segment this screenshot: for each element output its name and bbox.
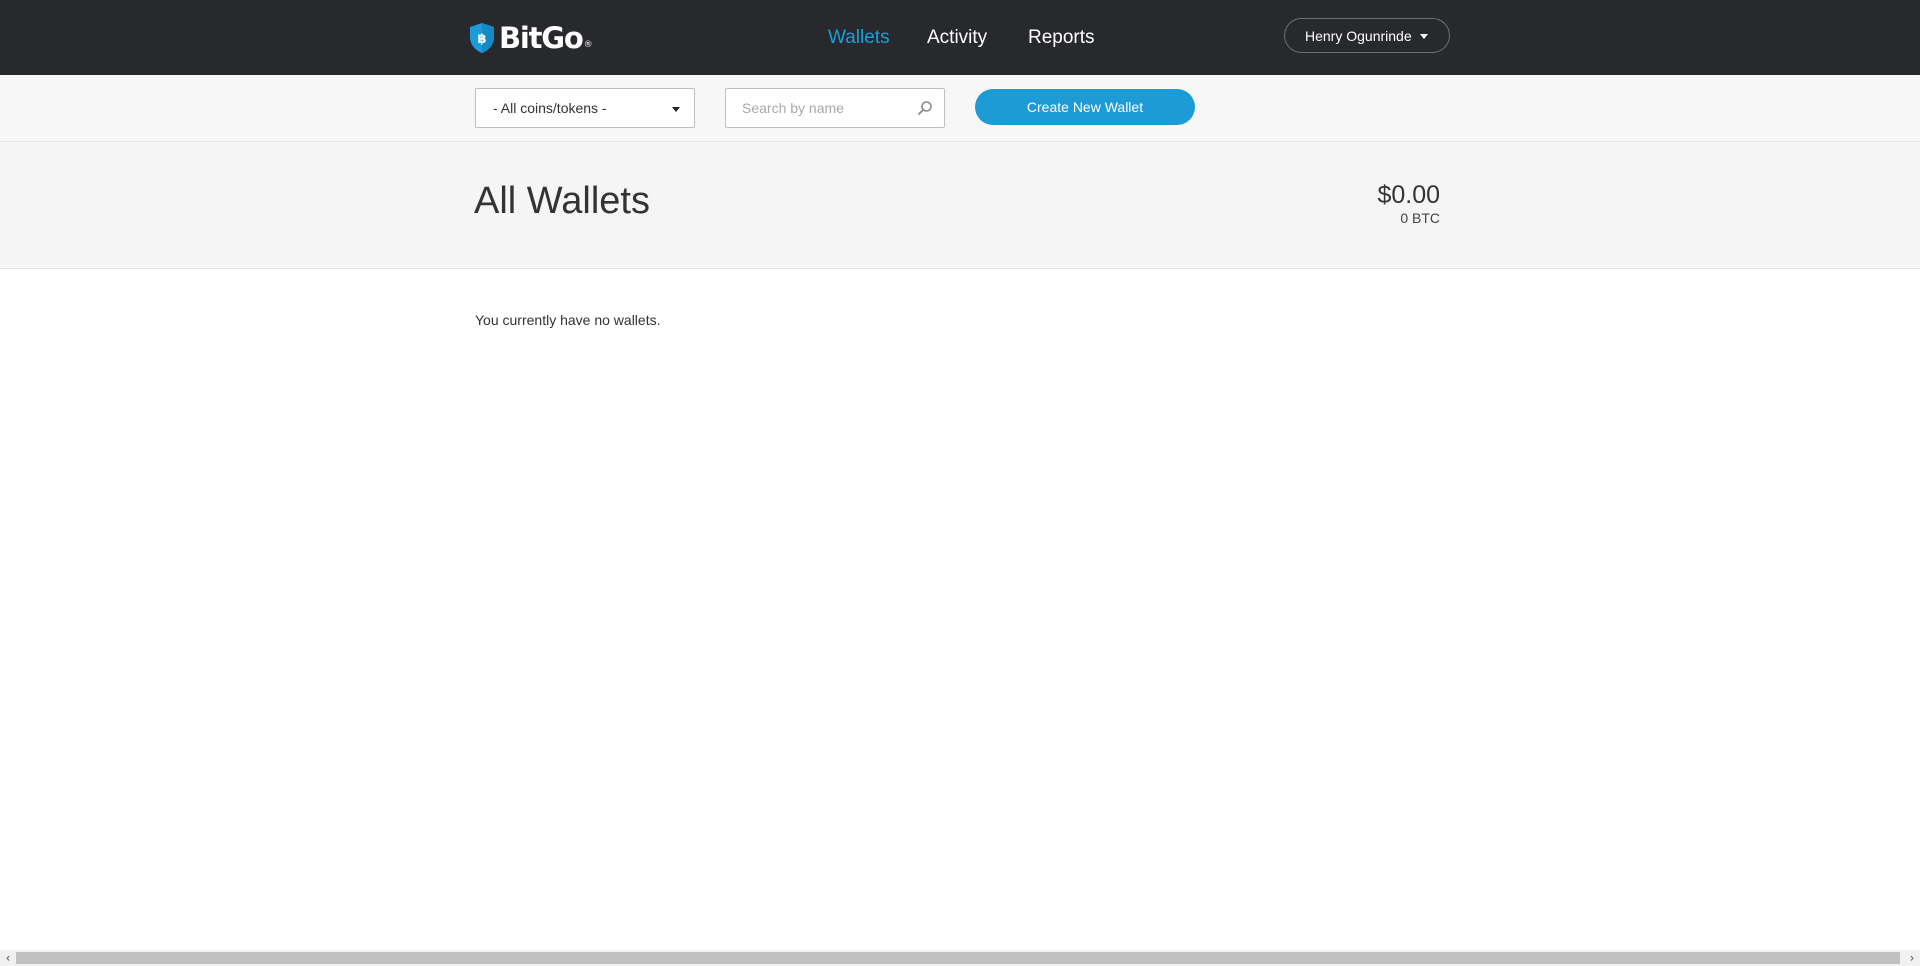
page-title: All Wallets xyxy=(474,180,650,222)
chevron-right-icon[interactable]: › xyxy=(1904,950,1920,966)
bitgo-logo[interactable]: ฿ BitGo ® xyxy=(469,22,593,54)
create-new-wallet-button[interactable]: Create New Wallet xyxy=(975,89,1195,125)
nav-reports[interactable]: Reports xyxy=(1028,0,1095,75)
horizontal-scrollbar[interactable]: ‹ › xyxy=(0,950,1920,966)
coin-filter-value: - All coins/tokens - xyxy=(493,100,607,116)
total-balance: $0.00 0 BTC xyxy=(1377,181,1440,226)
balance-usd: $0.00 xyxy=(1377,181,1440,209)
search-box xyxy=(725,88,945,128)
nav-wallets[interactable]: Wallets xyxy=(828,0,890,75)
nav-activity[interactable]: Activity xyxy=(927,0,987,75)
search-input[interactable] xyxy=(726,89,911,127)
caret-down-icon xyxy=(672,107,680,112)
top-navbar: ฿ BitGo ® Wallets Activity Reports Henry… xyxy=(0,0,1920,75)
empty-wallets-message: You currently have no wallets. xyxy=(475,312,661,328)
registered-mark: ® xyxy=(583,40,593,50)
user-name: Henry Ogunrinde xyxy=(1305,27,1412,44)
caret-down-icon xyxy=(1420,34,1428,39)
chevron-left-icon[interactable]: ‹ xyxy=(0,950,16,966)
svg-text:฿: ฿ xyxy=(477,32,486,47)
scrollbar-thumb[interactable] xyxy=(16,952,1900,964)
search-icon[interactable] xyxy=(917,100,933,116)
bitgo-shield-icon: ฿ xyxy=(470,23,494,53)
user-menu-button[interactable]: Henry Ogunrinde xyxy=(1284,18,1450,53)
balance-btc: 0 BTC xyxy=(1400,210,1440,226)
brand-name: BitGo xyxy=(499,21,584,55)
page-header: All Wallets $0.00 0 BTC xyxy=(0,142,1920,269)
wallet-toolbar: - All coins/tokens - Create New Wallet xyxy=(0,75,1920,142)
coin-filter-select[interactable]: - All coins/tokens - xyxy=(475,88,695,128)
